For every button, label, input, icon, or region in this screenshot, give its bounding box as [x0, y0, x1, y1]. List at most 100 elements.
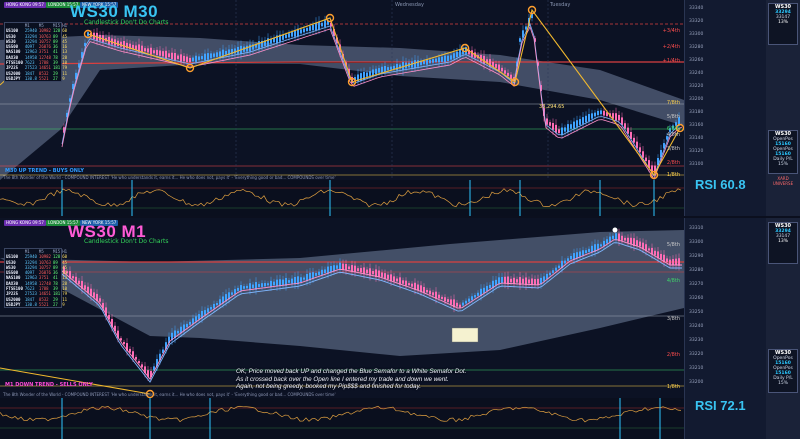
m1-price-axis[interactable]: 33310 33300 33290 33280 33270 33260 33250 33240…: [684, 218, 766, 439]
rsi-panel: [0, 180, 684, 216]
candle-body: [603, 240, 605, 246]
candle-body: [552, 123, 554, 130]
candle-body: [192, 318, 194, 324]
candle-body: [84, 285, 86, 290]
candle-body: [375, 68, 377, 75]
candle-body: [546, 118, 548, 125]
candle-body: [204, 310, 206, 315]
candle-body: [627, 237, 629, 243]
m1-price-chart[interactable]: [0, 218, 684, 439]
white-semafor-dot: [612, 227, 618, 233]
candle-body: [522, 278, 524, 284]
candle-body: [138, 361, 140, 364]
candle-body: [537, 278, 539, 285]
candle-body: [600, 110, 602, 115]
trade-note-line-1: OK, Price moved back UP and changed the …: [236, 368, 467, 375]
candle-body: [501, 67, 503, 72]
candle-body: [441, 56, 443, 63]
candle-body: [285, 34, 287, 39]
candle-body: [303, 28, 305, 33]
candle-body: [441, 296, 443, 299]
candle-body: [249, 283, 251, 291]
price-tick-label: 33230: [689, 338, 704, 343]
candle-body: [216, 52, 218, 57]
candle-body: [99, 298, 101, 302]
candle-body: [417, 284, 419, 291]
dashboard-value: 25940: [24, 254, 37, 260]
day-label-tuesday: Tuesday: [550, 2, 571, 8]
candle-body: [648, 248, 650, 251]
candle-body: [429, 290, 431, 295]
price-tick-label: 33300: [689, 240, 704, 245]
candle-body: [615, 233, 617, 240]
dashboard-value: 27523: [24, 291, 37, 297]
candle-body: [462, 302, 464, 306]
m1-chart-pane[interactable]: HONG KONG 09:57 LONDON 15:57 NEW YORK 15…: [0, 218, 800, 439]
candle-body: [246, 45, 248, 52]
candle-body: [258, 41, 260, 50]
candle-body: [225, 50, 227, 55]
candle-body: [198, 314, 200, 320]
symbol-info-box: WS30 33294 33147 13%: [768, 222, 798, 264]
candle-body: [456, 302, 458, 307]
candle-body: [609, 236, 611, 243]
candle-body: [459, 304, 461, 308]
candle-body: [558, 265, 560, 268]
dashboard-symbol: USDJPY: [6, 75, 21, 81]
candle-body: [315, 22, 317, 31]
candle-body: [387, 274, 389, 279]
candle-body: [591, 113, 593, 119]
candle-body: [531, 278, 533, 285]
session-hongkong-tab: HONG KONG 09:57: [4, 220, 46, 226]
candle-body: [495, 279, 497, 286]
m30-plot-area[interactable]: HONG KONG 09:57 LONDON 15:57 NEW YORK 15…: [0, 0, 684, 216]
symbol-info-box: WS30 33294 33147 13%: [768, 3, 798, 45]
candle-body: [456, 51, 458, 58]
pivot-level-label: 4/8th: [666, 132, 680, 138]
symbol-info-pct: 13%: [777, 20, 788, 25]
candle-body: [351, 265, 353, 272]
candle-body: [444, 297, 446, 302]
candle-body: [423, 60, 425, 65]
candle-body: [393, 276, 395, 282]
candle-body: [135, 356, 137, 360]
market-dashboard: M1 M5 M15 H1 US100 25940 10982 128 60 US30 33294 10…: [4, 22, 67, 83]
candle-body: [672, 259, 674, 265]
dashboard-value: 12963: [24, 49, 37, 55]
candle-body: [447, 299, 449, 303]
candle-body: [549, 122, 551, 126]
candle-body: [501, 276, 503, 284]
price-tick-label: 33260: [689, 296, 704, 301]
candle-body: [432, 292, 434, 296]
candle-body: [477, 292, 479, 296]
candle-body: [315, 272, 317, 276]
side-panel-top: WS30 33294 33147 13% WS30 OpenPos 15160 …: [766, 0, 800, 216]
candle-body: [621, 235, 623, 241]
pivot-level-label: 2/8th: [666, 160, 680, 166]
candle-body: [414, 60, 416, 68]
pivot-level-label: +2/4th: [662, 44, 680, 50]
candle-body: [72, 276, 74, 279]
candle-body: [378, 68, 380, 73]
candle-body: [147, 48, 149, 53]
candle-body: [204, 53, 206, 61]
price-tick-label: 33300: [689, 32, 704, 37]
ticker-text: The 8th Wonder of the World - COMPOUND I…: [3, 175, 336, 180]
m30-price-axis[interactable]: 33340 33320 33300 33280 33260 33240 33220 33200…: [684, 0, 766, 216]
m30-chart-pane[interactable]: HONG KONG 09:57 LONDON 15:57 NEW YORK 15…: [0, 0, 800, 216]
candle-body: [273, 281, 275, 286]
candle-body: [201, 56, 203, 60]
day-label-wednesday: Wednesday: [395, 2, 424, 8]
candle-body: [246, 285, 248, 289]
m30-price-chart[interactable]: [0, 0, 684, 216]
dashboard-value: 128: [52, 254, 61, 260]
candle-body: [168, 53, 170, 58]
candle-body: [510, 278, 512, 283]
candle-body: [504, 276, 506, 284]
candle-body: [195, 55, 197, 62]
candle-body: [504, 70, 506, 74]
candle-body: [582, 117, 584, 124]
candle-body: [174, 52, 176, 61]
price-tick-label: 33140: [689, 136, 704, 141]
m1-plot-area[interactable]: HONG KONG 09:57 LONDON 15:57 NEW YORK 15…: [0, 218, 684, 439]
